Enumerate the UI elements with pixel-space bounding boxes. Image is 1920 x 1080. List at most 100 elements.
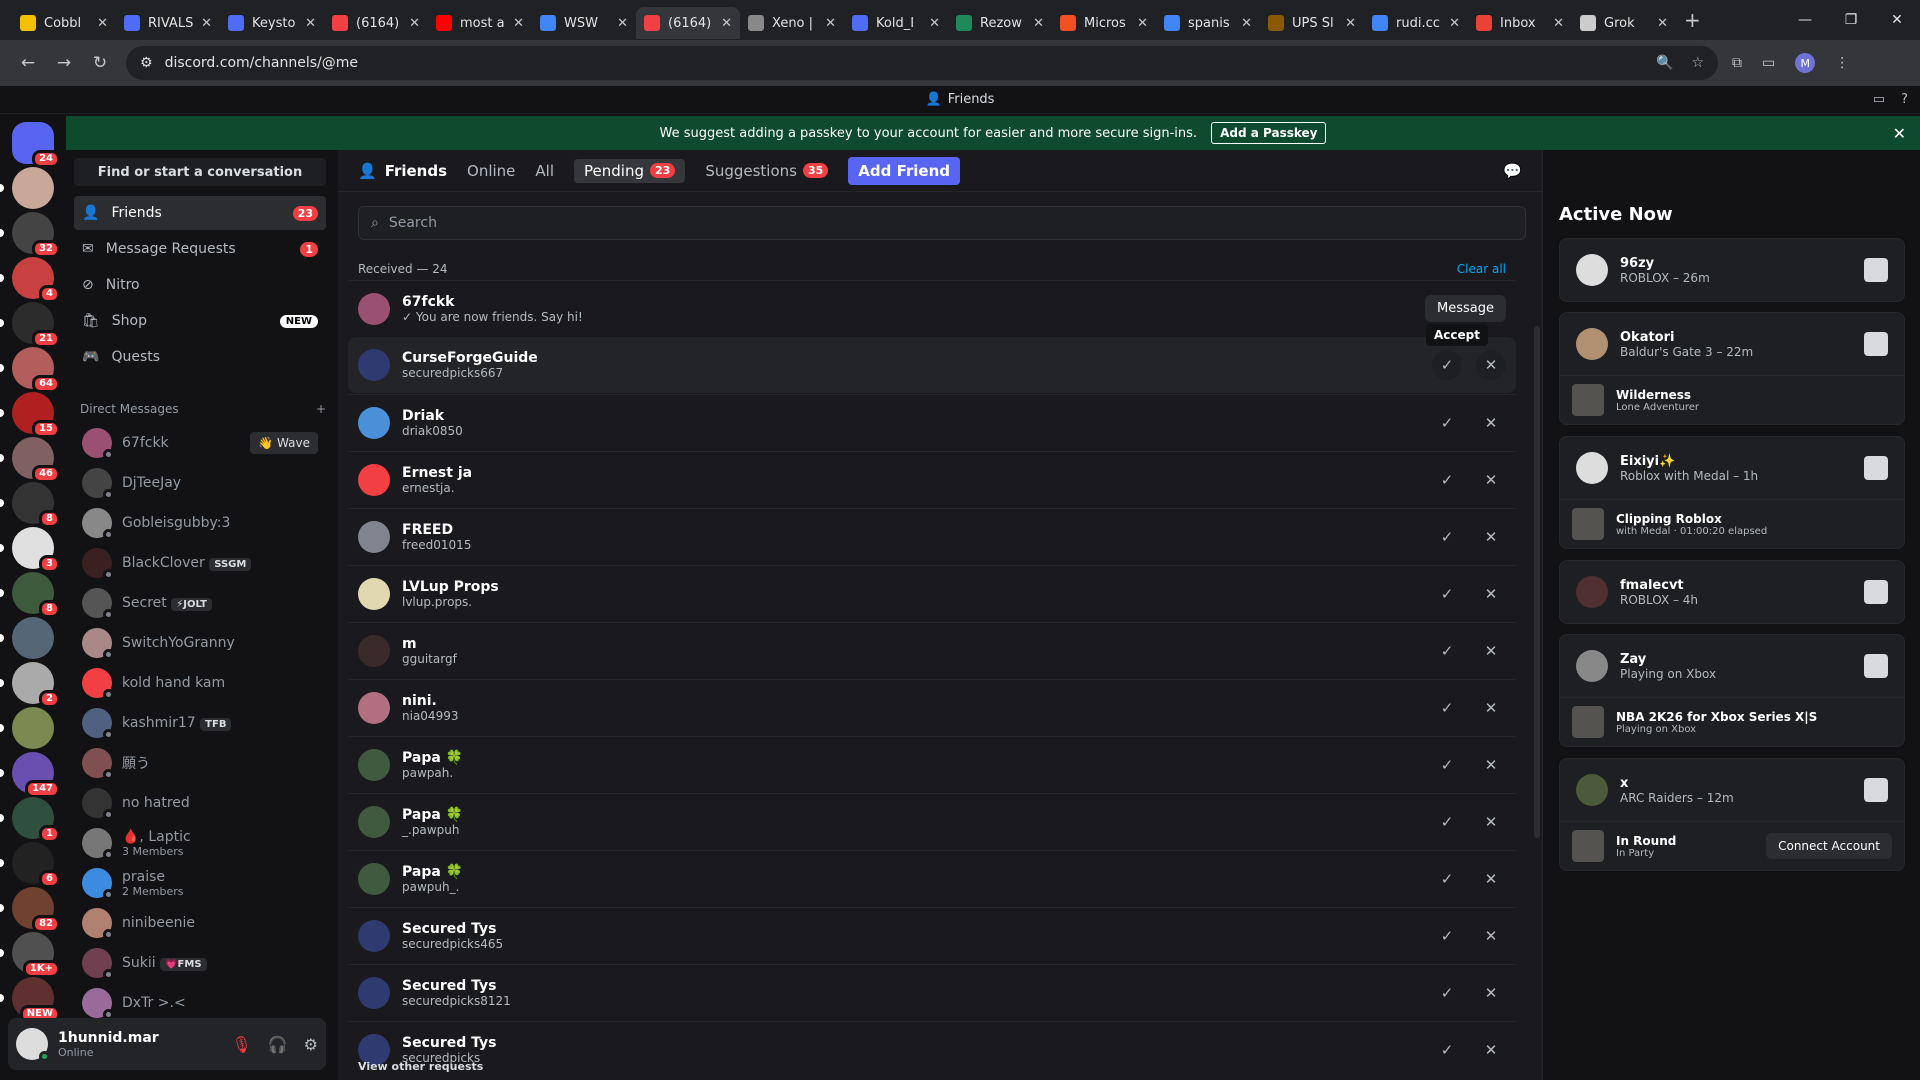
browser-tab[interactable]: Kold_I ✕ xyxy=(844,7,948,39)
cast-icon[interactable]: ▭ xyxy=(1762,55,1775,71)
connect-account-button[interactable]: Connect Account xyxy=(1766,833,1892,859)
ignore-x-icon[interactable]: ✕ xyxy=(1476,807,1506,837)
server-icon[interactable]: 8 xyxy=(12,572,60,618)
friend-request-row[interactable]: Ernest ja ernestja. ✓ ✕ xyxy=(348,451,1516,507)
server-icon[interactable]: 3 xyxy=(12,527,60,573)
tab-close-icon[interactable]: ✕ xyxy=(1657,16,1668,31)
active-now-card[interactable]: x ARC Raiders – 12m In Round In Party Connec… xyxy=(1559,758,1905,871)
tab-close-icon[interactable]: ✕ xyxy=(721,16,732,31)
browser-tab[interactable]: spanis ✕ xyxy=(1156,7,1260,39)
active-now-card[interactable]: Eixiyi✨ Roblox with Medal – 1h Clipping Ro… xyxy=(1559,436,1905,549)
browser-tab[interactable]: Keysto ✕ xyxy=(220,7,324,39)
profile-avatar[interactable]: M xyxy=(1795,53,1816,73)
ignore-x-icon[interactable]: ✕ xyxy=(1476,465,1506,495)
server-icon[interactable]: 1K+ xyxy=(12,932,60,978)
server-icon[interactable]: 15 xyxy=(12,392,60,438)
back-icon[interactable]: ← xyxy=(10,45,46,81)
server-icon[interactable]: 8 xyxy=(12,482,60,528)
friend-request-row[interactable]: LVLup Props lvlup.props. ✓ ✕ xyxy=(348,565,1516,621)
accept-check-icon[interactable]: ✓ xyxy=(1432,693,1462,723)
tab-close-icon[interactable]: ✕ xyxy=(1033,16,1044,31)
scrollbar[interactable] xyxy=(1534,326,1540,838)
minimize-icon[interactable]: — xyxy=(1782,0,1828,40)
sidebar-item-friends[interactable]: 👤 Friends 23 xyxy=(74,196,326,230)
new-tab-icon[interactable]: + xyxy=(1684,8,1701,32)
new-group-dm-icon[interactable]: 💬 xyxy=(1503,162,1522,180)
tab-close-icon[interactable]: ✕ xyxy=(513,16,524,31)
restore-icon[interactable]: ❐ xyxy=(1828,0,1874,40)
dm-list-item[interactable]: SwitchYoGranny xyxy=(74,624,326,662)
server-icon[interactable]: 46 xyxy=(12,437,60,483)
close-banner-icon[interactable]: ✕ xyxy=(1893,124,1906,143)
browser-tab[interactable]: Cobbl ✕ xyxy=(12,7,116,39)
ignore-x-icon[interactable]: ✕ xyxy=(1476,522,1506,552)
tab-close-icon[interactable]: ✕ xyxy=(1553,16,1564,31)
tab-close-icon[interactable]: ✕ xyxy=(1449,16,1460,31)
tab-close-icon[interactable]: ✕ xyxy=(1137,16,1148,31)
friend-request-row[interactable]: m gguitargf ✓ ✕ xyxy=(348,622,1516,678)
dm-list-item[interactable]: DjTeeJay xyxy=(74,464,326,502)
server-icon[interactable]: 4 xyxy=(12,257,60,303)
dm-list-item[interactable]: praise 2 Members xyxy=(74,864,326,902)
friend-request-row[interactable]: Secured Tys securedpicks8121 ✓ ✕ xyxy=(348,964,1516,1020)
server-icon[interactable]: 147 xyxy=(12,752,60,798)
active-now-card[interactable]: 96zy ROBLOX – 26m xyxy=(1559,238,1905,302)
ignore-x-icon[interactable]: ✕ xyxy=(1476,579,1506,609)
ignore-x-icon[interactable]: ✕ xyxy=(1476,693,1506,723)
tab-close-icon[interactable]: ✕ xyxy=(409,16,420,31)
mute-icon[interactable]: 🎙 xyxy=(231,1035,251,1054)
browser-tab[interactable]: (6164) ✕ xyxy=(636,7,740,39)
browser-tab[interactable]: Grok ✕ xyxy=(1572,7,1676,39)
sidebar-item-nitro[interactable]: ⊘ Nitro xyxy=(74,268,326,302)
friend-request-row[interactable]: Secured Tys securedpicks465 ✓ ✕ xyxy=(348,907,1516,963)
accept-check-icon[interactable]: ✓ xyxy=(1432,978,1462,1008)
add-passkey-button[interactable]: Add a Passkey xyxy=(1211,122,1327,144)
close-window-icon[interactable]: ✕ xyxy=(1874,0,1920,40)
find-conversation-button[interactable]: Find or start a conversation xyxy=(74,158,326,186)
friend-request-row[interactable]: CurseForgeGuide securedpicks667 ✓ ✕ xyxy=(348,337,1516,393)
dm-list-item[interactable]: 🩸, Laptic 3 Members xyxy=(74,824,326,862)
server-icon[interactable] xyxy=(12,707,54,749)
user-avatar[interactable] xyxy=(16,1028,50,1062)
tab-all[interactable]: All xyxy=(535,162,554,180)
browser-tab[interactable]: UPS Sl ✕ xyxy=(1260,7,1364,39)
friend-request-row[interactable]: Driak driak0850 ✓ ✕ xyxy=(348,394,1516,450)
friend-request-row[interactable]: nini. nia04993 ✓ ✕ xyxy=(348,679,1516,735)
accept-check-icon[interactable]: ✓ xyxy=(1432,864,1462,894)
accept-check-icon[interactable]: ✓ xyxy=(1432,579,1462,609)
dm-list-item[interactable]: 67fckk 👋 Wave xyxy=(74,424,326,462)
menu-dots-icon[interactable]: ⋮ xyxy=(1835,55,1849,71)
create-dm-icon[interactable]: + xyxy=(316,402,326,416)
reload-icon[interactable]: ↻ xyxy=(82,45,118,81)
dm-list-item[interactable]: ninibeenie xyxy=(74,904,326,942)
ignore-x-icon[interactable]: ✕ xyxy=(1476,978,1506,1008)
extensions-icon[interactable]: ⧉ xyxy=(1732,55,1742,71)
accept-check-icon[interactable]: ✓ xyxy=(1432,522,1462,552)
friend-request-row[interactable]: Papa 🍀 pawpah. ✓ ✕ xyxy=(348,736,1516,792)
active-now-card[interactable]: fmalecvt ROBLOX – 4h xyxy=(1559,560,1905,624)
deafen-icon[interactable]: 🎧 xyxy=(268,1035,288,1054)
accept-check-icon[interactable]: ✓ xyxy=(1432,807,1462,837)
dm-list-item[interactable]: Gobleisgubby:3 xyxy=(74,504,326,542)
tab-close-icon[interactable]: ✕ xyxy=(1345,16,1356,31)
accept-check-icon[interactable]: ✓ xyxy=(1432,1035,1462,1065)
server-icon[interactable]: 2 xyxy=(12,662,60,708)
browser-tab[interactable]: WSW ✕ xyxy=(532,7,636,39)
accept-check-icon[interactable]: ✓ xyxy=(1432,636,1462,666)
view-other-requests-link[interactable]: View other requests xyxy=(358,1060,483,1073)
server-icon[interactable] xyxy=(12,617,54,659)
dm-list-item[interactable]: BlackClover SSGM xyxy=(74,544,326,582)
tab-close-icon[interactable]: ✕ xyxy=(825,16,836,31)
ignore-x-icon[interactable]: ✕ xyxy=(1476,1035,1506,1065)
browser-tab[interactable]: Micros ✕ xyxy=(1052,7,1156,39)
dm-list-item[interactable]: DxTr >.< xyxy=(74,984,326,1022)
message-button[interactable]: Message xyxy=(1425,295,1506,322)
dm-list-item[interactable]: kold hand kam xyxy=(74,664,326,702)
server-icon[interactable]: NEW xyxy=(12,977,60,1023)
tab-pending[interactable]: Pending 23 xyxy=(574,158,686,183)
tab-close-icon[interactable]: ✕ xyxy=(97,16,108,31)
server-icon[interactable]: 64 xyxy=(12,347,60,393)
server-icon[interactable]: 82 xyxy=(12,887,60,933)
sidebar-item-shop[interactable]: 🛍 Shop NEW xyxy=(74,304,326,338)
active-now-card[interactable]: Okatori Baldur's Gate 3 – 22m Wilderness Lo… xyxy=(1559,312,1905,425)
